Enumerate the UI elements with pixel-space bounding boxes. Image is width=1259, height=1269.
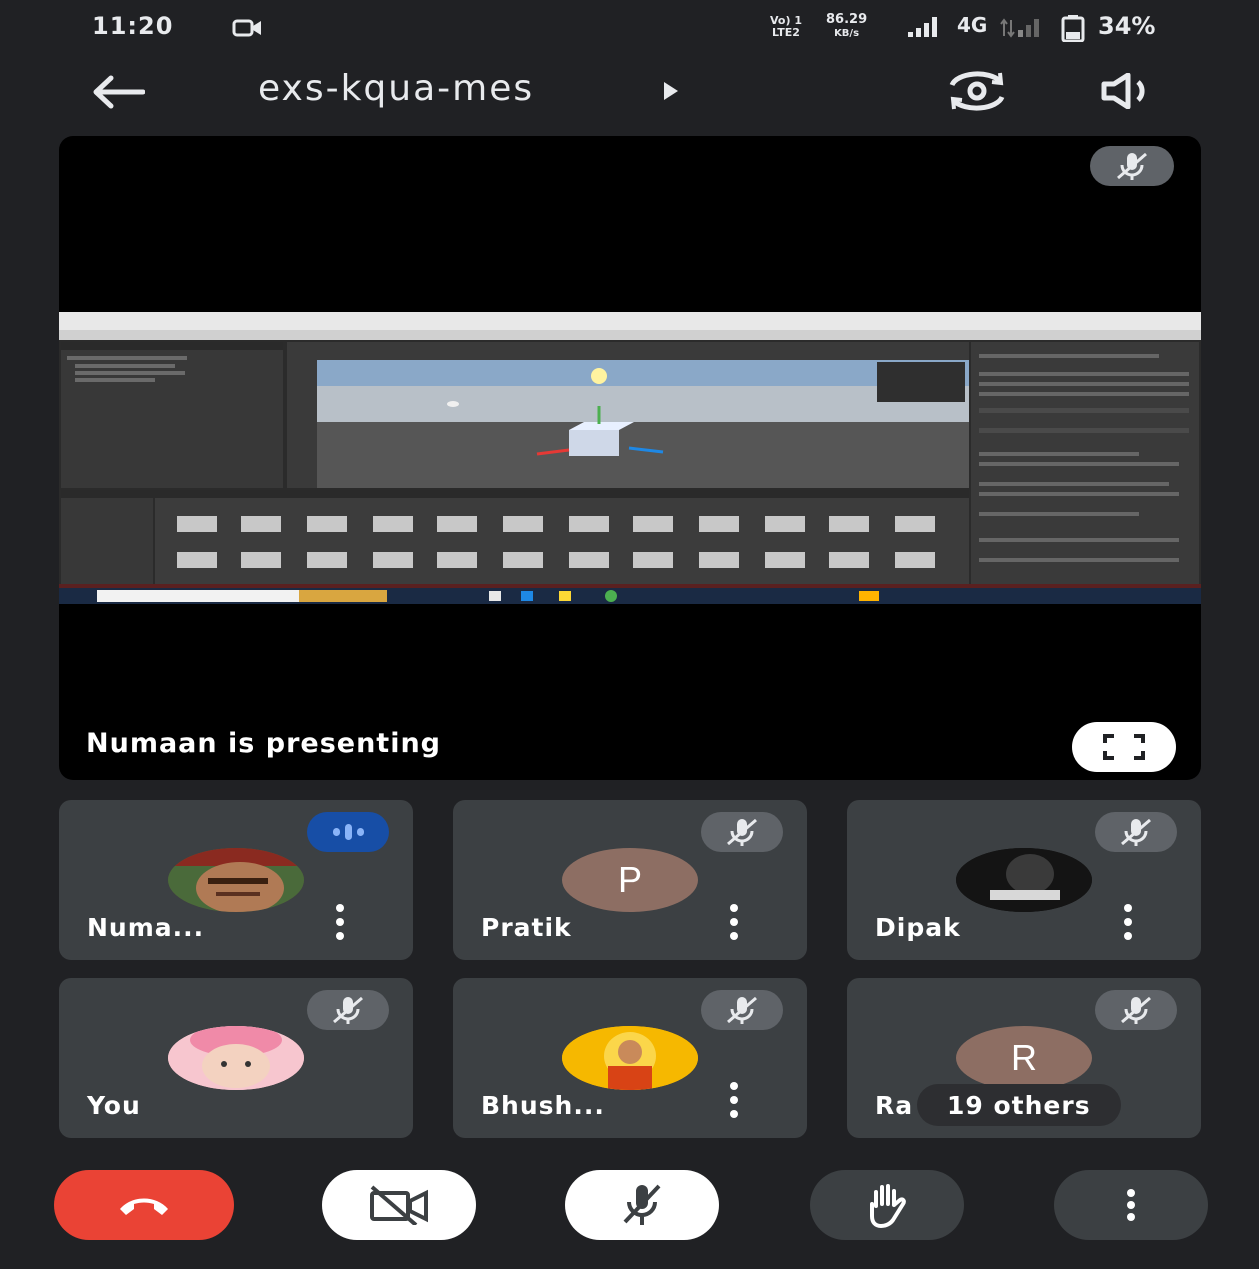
video-call-icon xyxy=(232,18,264,42)
avatar xyxy=(168,848,304,912)
camera-toggle-button[interactable] xyxy=(322,1170,476,1240)
participant-tile[interactable]: Dipak xyxy=(847,800,1201,960)
participant-tile[interactable]: Numa... xyxy=(59,800,413,960)
mic-off-icon xyxy=(701,812,783,852)
participant-name: You xyxy=(87,1091,141,1120)
participant-name: Bhush... xyxy=(481,1091,605,1120)
more-vert-icon xyxy=(1127,1189,1135,1221)
participant-name: Numa... xyxy=(87,913,205,942)
shared-screen xyxy=(59,312,1201,604)
meeting-info-arrow-icon[interactable] xyxy=(664,82,678,100)
participant-tile[interactable]: You xyxy=(59,978,413,1138)
volte-indicator: Vo) 1 LTE2 xyxy=(770,14,802,39)
others-count[interactable]: 19 others xyxy=(917,1084,1121,1126)
speaking-indicator-icon xyxy=(307,812,389,852)
participant-menu-button[interactable] xyxy=(727,904,741,940)
participant-name: Ra xyxy=(875,1091,914,1120)
battery-percent: 34% xyxy=(1098,12,1156,40)
back-button[interactable] xyxy=(90,70,146,114)
participant-menu-button[interactable] xyxy=(333,904,347,940)
fullscreen-icon xyxy=(1103,734,1145,760)
mic-off-icon xyxy=(701,990,783,1030)
signal-icon xyxy=(1000,16,1044,42)
signal-icon xyxy=(906,16,946,42)
mic-off-icon xyxy=(623,1184,661,1225)
phone-hangup-icon xyxy=(120,1198,168,1215)
speaker-button[interactable] xyxy=(1096,66,1164,116)
meeting-code[interactable]: exs-kqua-mes xyxy=(258,68,534,109)
network-speed: 86.29 KB/s xyxy=(826,12,868,40)
avatar xyxy=(168,1026,304,1090)
participant-tile[interactable]: P Pratik xyxy=(453,800,807,960)
participant-menu-button[interactable] xyxy=(1121,904,1135,940)
raise-hand-icon xyxy=(870,1184,906,1228)
switch-camera-button[interactable] xyxy=(940,66,1014,116)
participant-tile[interactable]: R Ra 19 others xyxy=(847,978,1201,1138)
mic-toggle-button[interactable] xyxy=(565,1170,719,1240)
fullscreen-button[interactable] xyxy=(1072,722,1176,772)
network-type: 4G xyxy=(957,13,988,37)
presenting-label: Numaan is presenting xyxy=(86,728,442,759)
raise-hand-button[interactable] xyxy=(810,1170,964,1240)
participant-name: Pratik xyxy=(481,913,572,942)
participant-name: Dipak xyxy=(875,913,961,942)
battery-icon xyxy=(1060,14,1086,46)
camera-switch-icon xyxy=(949,71,1005,111)
end-call-button[interactable] xyxy=(54,1170,234,1240)
arrow-left-icon xyxy=(93,75,145,109)
mic-off-icon xyxy=(1117,152,1147,180)
avatar: P xyxy=(562,848,698,912)
mic-off-icon xyxy=(1095,990,1177,1030)
avatar: R xyxy=(956,1026,1092,1090)
status-time: 11:20 xyxy=(92,12,174,40)
mic-off-icon xyxy=(1095,812,1177,852)
avatar xyxy=(956,848,1092,912)
participant-tile[interactable]: Bhush... xyxy=(453,978,807,1138)
camera-off-icon xyxy=(370,1185,428,1225)
avatar xyxy=(562,1026,698,1090)
presenter-mic-status xyxy=(1090,146,1174,186)
mic-off-icon xyxy=(307,990,389,1030)
more-options-button[interactable] xyxy=(1054,1170,1208,1240)
participant-menu-button[interactable] xyxy=(727,1082,741,1118)
speaker-icon xyxy=(1101,73,1145,109)
